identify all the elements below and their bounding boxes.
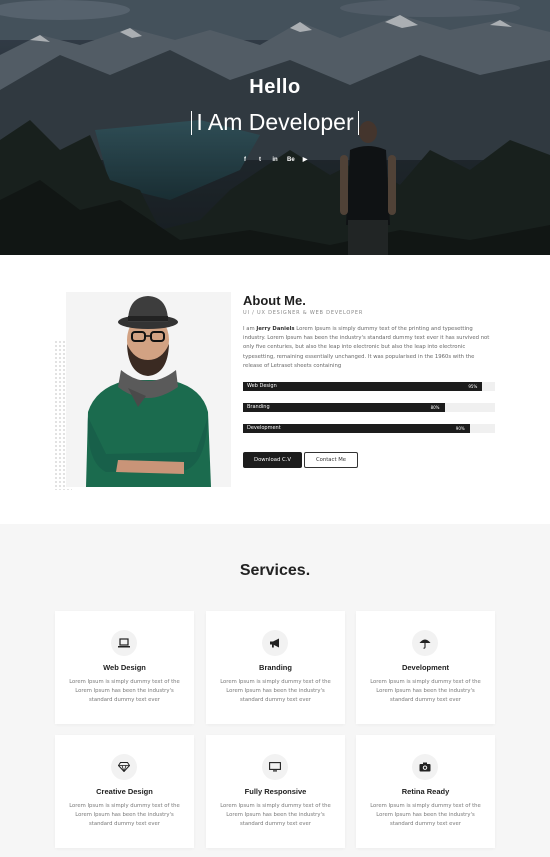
skill-name: Web Design: [247, 383, 277, 389]
profile-photo: [66, 292, 231, 487]
twitter-icon[interactable]: t: [257, 157, 263, 163]
service-title: Fully Responsive: [244, 787, 307, 796]
skill-bar-web-design: Web Design 95%: [243, 382, 495, 391]
service-description: Lorem Ipsum is simply dummy text of the …: [370, 803, 481, 827]
hero-headline: I Am Developer: [187, 109, 362, 136]
service-card-web-design: Web Design Lorem Ipsum is simply dummy t…: [55, 611, 194, 724]
linkedin-icon[interactable]: in: [272, 157, 278, 163]
hero-greeting: Hello: [249, 76, 301, 98]
skill-fill: [243, 382, 483, 391]
megaphone-icon: [262, 630, 288, 656]
service-card-creative-design: Creative Design Lorem Ipsum is simply du…: [55, 735, 194, 848]
hero-role: Developer: [248, 109, 354, 135]
skill-bar-development: Development 90%: [243, 424, 495, 433]
about-content: About Me. UI / UX Designer & Web Develop…: [243, 293, 495, 371]
about-name: Jerry Daniels: [256, 326, 295, 332]
youtube-icon[interactable]: ▶: [302, 157, 308, 163]
about-buttons: Download C.V Contact Me: [243, 452, 358, 468]
service-description: Lorem Ipsum is simply dummy text of the …: [69, 679, 180, 703]
camera-icon: [412, 754, 438, 780]
facebook-icon[interactable]: f: [242, 157, 248, 163]
service-title: Creative Design: [96, 787, 153, 796]
service-card-retina-ready: Retina Ready Lorem Ipsum is simply dummy…: [356, 735, 495, 848]
download-cv-button[interactable]: Download C.V: [243, 452, 302, 468]
about-subtitle: UI / UX Designer & Web Developer: [243, 310, 364, 316]
typing-cursor-end: [357, 110, 359, 135]
skill-bars: Web Design 95% Branding 80% Development …: [243, 382, 495, 433]
about-paragraph: I am Jerry Daniels Lorem Ipsum is simply…: [243, 326, 490, 369]
service-description: Lorem Ipsum is simply dummy text of the …: [69, 803, 180, 827]
skill-fill: [243, 403, 445, 412]
skill-bar-branding: Branding 80%: [243, 403, 495, 412]
behance-icon[interactable]: Be: [287, 157, 295, 163]
services-title: Services.: [239, 562, 311, 579]
service-description: Lorem Ipsum is simply dummy text of the …: [370, 679, 481, 703]
services-section: Services. Web Design Lorem Ipsum is simp…: [0, 524, 550, 857]
typing-cursor: [191, 110, 193, 135]
service-card-development: Development Lorem Ipsum is simply dummy …: [356, 611, 495, 724]
laptop-icon: [111, 630, 137, 656]
service-title: Branding: [259, 663, 292, 672]
service-title: Development: [401, 663, 450, 672]
hero-prefix: I Am: [196, 109, 243, 135]
hero-content: Hello I Am Developer f t in Be ▶: [0, 76, 550, 163]
service-description: Lorem Ipsum is simply dummy text of the …: [220, 803, 331, 827]
about-title: About Me.: [243, 293, 306, 308]
service-card-fully-responsive: Fully Responsive Lorem Ipsum is simply d…: [206, 735, 345, 848]
service-description: Lorem Ipsum is simply dummy text of the …: [220, 679, 331, 703]
service-title: Retina Ready: [401, 787, 450, 796]
service-card-branding: Branding Lorem Ipsum is simply dummy tex…: [206, 611, 345, 724]
contact-me-button[interactable]: Contact Me: [304, 452, 358, 468]
umbrella-icon: [412, 630, 438, 656]
skill-percent: 95%: [468, 383, 478, 389]
service-title: Web Design: [103, 663, 146, 672]
monitor-icon: [262, 754, 288, 780]
skill-percent: 90%: [455, 425, 465, 431]
hero-section: Hello I Am Developer f t in Be ▶: [0, 0, 550, 255]
diamond-icon: [111, 754, 137, 780]
skill-name: Branding: [247, 404, 270, 410]
skill-name: Development: [247, 425, 281, 431]
social-links: f t in Be ▶: [0, 157, 550, 163]
skill-percent: 80%: [430, 404, 440, 410]
